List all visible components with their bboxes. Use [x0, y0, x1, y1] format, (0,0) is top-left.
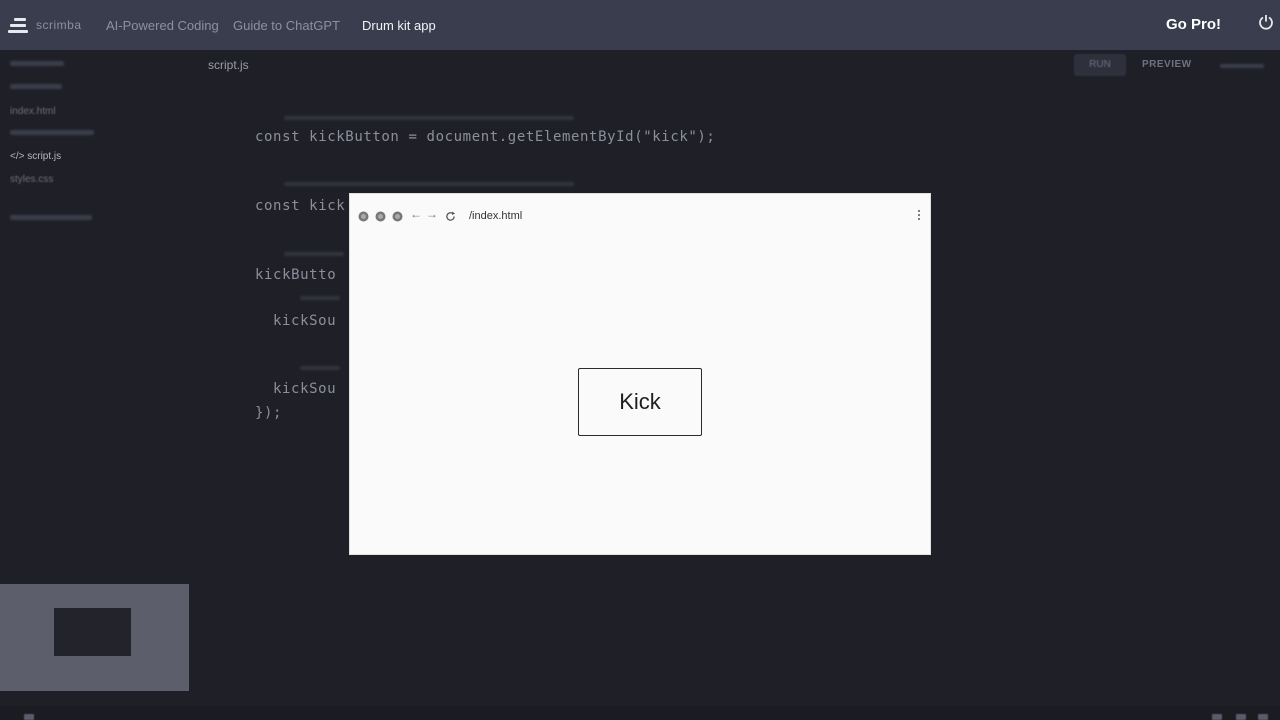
- code-line: const kickButton = document.getElementBy…: [255, 129, 716, 145]
- breadcrumb-course[interactable]: AI-Powered Coding: [106, 18, 219, 33]
- forward-arrow-icon[interactable]: →: [426, 207, 438, 221]
- video-thumbnail[interactable]: [0, 584, 189, 691]
- window-dot-icon[interactable]: [375, 211, 386, 222]
- sidebar-item[interactable]: [10, 215, 92, 220]
- logo[interactable]: scrimba: [8, 16, 82, 34]
- code-comment: [284, 252, 344, 256]
- breadcrumb-module[interactable]: Guide to ChatGPT: [233, 18, 340, 33]
- sidebar-item[interactable]: [10, 130, 94, 135]
- code-comment: [284, 116, 574, 120]
- window-icon[interactable]: [1212, 714, 1222, 720]
- file-index-html[interactable]: index.html: [10, 106, 56, 117]
- file-styles-css[interactable]: styles.css: [10, 174, 53, 185]
- window-dot-icon[interactable]: [358, 211, 369, 222]
- code-line: kickSou: [273, 313, 337, 329]
- kebab-menu-icon[interactable]: [918, 210, 921, 224]
- scrimba-logo-icon: [8, 16, 28, 34]
- code-line: });: [255, 405, 283, 421]
- go-pro-button[interactable]: Go Pro!: [1166, 16, 1221, 33]
- reload-icon[interactable]: [445, 211, 456, 222]
- editor-tab[interactable]: script.js: [208, 58, 249, 72]
- preview-window: ← → /index.html Kick: [350, 194, 930, 554]
- browser-toolbar: ← → /index.html: [350, 194, 930, 238]
- file-script-js[interactable]: </> script.js: [10, 151, 61, 162]
- sidebar-item[interactable]: [10, 84, 62, 89]
- back-arrow-icon[interactable]: ←: [410, 207, 422, 221]
- power-icon[interactable]: [1258, 14, 1274, 30]
- sidebar-heading: [10, 61, 64, 66]
- code-comment: [300, 366, 340, 370]
- kick-button[interactable]: Kick: [578, 368, 702, 436]
- editor-menu[interactable]: [1220, 64, 1264, 68]
- run-button[interactable]: RUN: [1074, 54, 1126, 76]
- window-dot-icon[interactable]: [392, 211, 403, 222]
- url-bar[interactable]: /index.html: [469, 210, 522, 222]
- code-line: const kick: [255, 198, 346, 214]
- gear-icon[interactable]: [1236, 714, 1246, 720]
- file-sidebar: index.html </> script.js styles.css: [0, 50, 190, 584]
- grid-icon[interactable]: [24, 714, 34, 720]
- preview-button[interactable]: PREVIEW: [1142, 59, 1192, 70]
- top-navigation-bar: scrimba AI-Powered Coding Guide to ChatG…: [0, 0, 1280, 50]
- bottom-bar: [0, 706, 1280, 720]
- code-line: kickButto: [255, 267, 337, 283]
- thumbnail-screen: [54, 608, 131, 656]
- code-comment: [300, 296, 340, 300]
- breadcrumb-lesson[interactable]: Drum kit app: [362, 18, 436, 33]
- code-comment: [284, 182, 574, 186]
- menu-icon[interactable]: [1258, 714, 1268, 720]
- js-file-icon: </>: [10, 151, 28, 162]
- code-line: kickSou: [273, 381, 337, 397]
- logo-text: scrimba: [36, 18, 82, 32]
